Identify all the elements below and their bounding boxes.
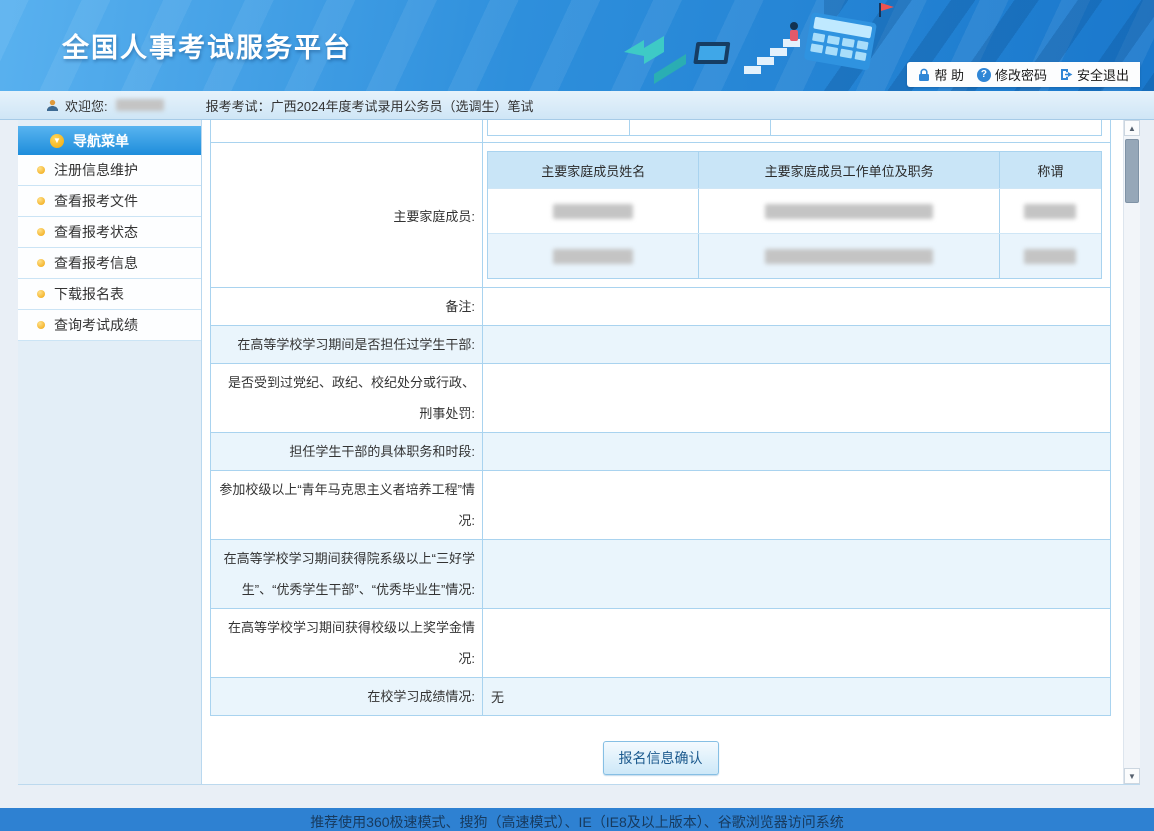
confirm-registration-button[interactable]: 报名信息确认: [603, 741, 719, 775]
nav-menu-title: 导航菜单: [73, 131, 129, 151]
sidebar-item-exam-documents[interactable]: 查看报考文件: [18, 186, 201, 217]
redacted-relation: [1024, 249, 1076, 264]
form-row: 参加校级以上“青年马克思主义者培养工程”情况:: [211, 471, 1110, 540]
banner-illustration: [616, 2, 916, 91]
chevron-down-icon: ▼: [50, 134, 64, 148]
bullet-icon: [37, 290, 45, 298]
form-row: 担任学生干部的具体职务和时段:: [211, 433, 1110, 471]
sidebar-item-exam-results[interactable]: 查询考试成绩: [18, 310, 201, 341]
field-value: [483, 433, 1110, 470]
field-value: [483, 288, 1110, 325]
scrollbar-thumb[interactable]: [1125, 139, 1139, 203]
help-button[interactable]: 帮 助: [918, 65, 964, 84]
column-header: 称谓: [1000, 152, 1101, 188]
field-label: 参加校级以上“青年马克思主义者培养工程”情况:: [211, 471, 483, 539]
form-row: 是否受到过党纪、政纪、校纪处分或行政、刑事处罚:: [211, 364, 1110, 433]
form-row: 在高等学校学习期间获得校级以上奖学金情况:: [211, 609, 1110, 678]
family-members-table: 主要家庭成员姓名 主要家庭成员工作单位及职务 称谓: [487, 151, 1102, 279]
column-header: 主要家庭成员姓名: [488, 152, 699, 188]
page-footer: 推荐使用360极速模式、搜狗（高速模式）、IE（IE8及以上版本）、谷歌浏览器访…: [0, 808, 1154, 831]
family-table-header: 主要家庭成员姓名 主要家庭成员工作单位及职务 称谓: [488, 152, 1101, 188]
column-header: 主要家庭成员工作单位及职务: [699, 152, 999, 188]
field-label: 担任学生干部的具体职务和时段:: [211, 433, 483, 470]
bullet-icon: [37, 259, 45, 267]
form-row-family: 主要家庭成员: 主要家庭成员姓名 主要家庭成员工作单位及职务 称谓: [211, 143, 1110, 288]
content-area: 主要家庭成员: 主要家庭成员姓名 主要家庭成员工作单位及职务 称谓: [202, 120, 1123, 784]
redacted-name: [553, 249, 633, 264]
logout-button[interactable]: 安全退出: [1060, 65, 1129, 84]
field-value: [483, 540, 1110, 608]
change-password-button[interactable]: ? 修改密码: [977, 65, 1047, 84]
confirm-row: 报名信息确认: [210, 741, 1111, 775]
registration-form-table: 主要家庭成员: 主要家庭成员姓名 主要家庭成员工作单位及职务 称谓: [210, 120, 1111, 716]
sidebar: ▼ 导航菜单 注册信息维护 查看报考文件 查看报考状态 查看报考信息 下载报名表: [18, 120, 202, 784]
field-value: [483, 364, 1110, 432]
field-label: 在高等学校学习期间获得院系级以上“三好学生”、“优秀学生干部”、“优秀毕业生”情…: [211, 540, 483, 608]
redacted-relation: [1024, 204, 1076, 219]
form-row: 在校学习成绩情况: 无: [211, 678, 1110, 715]
field-value: 无: [483, 678, 1110, 715]
exit-icon: [1060, 68, 1073, 81]
family-row: [488, 233, 1101, 278]
form-row-clipped: [211, 120, 1110, 143]
bullet-icon: [37, 321, 45, 329]
main-layout: ▼ 导航菜单 注册信息维护 查看报考文件 查看报考状态 查看报考信息 下载报名表: [18, 120, 1140, 785]
question-icon: ?: [977, 68, 991, 82]
form-row: 备注:: [211, 288, 1110, 326]
sidebar-menu: 注册信息维护 查看报考文件 查看报考状态 查看报考信息 下载报名表 查询考试成绩: [18, 155, 201, 341]
utility-bar: 帮 助 ? 修改密码 安全退出: [907, 62, 1140, 87]
user-icon: [46, 99, 59, 112]
app-header: 全国人事考试服务平台: [0, 0, 1154, 91]
family-row: [488, 188, 1101, 233]
redacted-name: [553, 204, 633, 219]
sidebar-item-download-form[interactable]: 下载报名表: [18, 279, 201, 310]
form-row: 在高等学校学习期间是否担任过学生干部:: [211, 326, 1110, 364]
field-value: [483, 471, 1110, 539]
field-value: [483, 609, 1110, 677]
exam-info: 报考考试：广西2024年度考试录用公务员（选调生）笔试: [206, 96, 534, 115]
field-label: 是否受到过党纪、政纪、校纪处分或行政、刑事处罚:: [211, 364, 483, 432]
field-label: 在校学习成绩情况:: [211, 678, 483, 715]
field-label: 在高等学校学习期间是否担任过学生干部:: [211, 326, 483, 363]
welcome-bar: 欢迎您: 报考考试：广西2024年度考试录用公务员（选调生）笔试: [0, 91, 1154, 120]
form-row: 在高等学校学习期间获得院系级以上“三好学生”、“优秀学生干部”、“优秀毕业生”情…: [211, 540, 1110, 609]
field-label: 主要家庭成员:: [211, 143, 483, 287]
welcome-label: 欢迎您:: [65, 96, 108, 115]
field-label: [211, 120, 483, 142]
nav-menu-header[interactable]: ▼ 导航菜单: [18, 126, 201, 155]
bullet-icon: [37, 197, 45, 205]
redacted-employer: [765, 204, 933, 219]
clipped-nested-table: [487, 120, 1102, 136]
field-label: 在高等学校学习期间获得校级以上奖学金情况:: [211, 609, 483, 677]
user-name-redacted: [116, 99, 164, 111]
bullet-icon: [37, 166, 45, 174]
bullet-icon: [37, 228, 45, 236]
browser-recommendation: 推荐使用360极速模式、搜狗（高速模式）、IE（IE8及以上版本）、谷歌浏览器访…: [310, 812, 844, 831]
sidebar-item-exam-status[interactable]: 查看报考状态: [18, 217, 201, 248]
scroll-down-button[interactable]: ▼: [1124, 768, 1140, 784]
redacted-employer: [765, 249, 933, 264]
site-title: 全国人事考试服务平台: [62, 26, 352, 65]
scroll-up-button[interactable]: ▲: [1124, 120, 1140, 136]
lock-icon: [918, 68, 930, 82]
field-label: 备注:: [211, 288, 483, 325]
field-value: [483, 326, 1110, 363]
vertical-scrollbar[interactable]: ▲ ▼: [1123, 120, 1140, 784]
sidebar-item-exam-info[interactable]: 查看报考信息: [18, 248, 201, 279]
sidebar-item-register-info[interactable]: 注册信息维护: [18, 155, 201, 186]
